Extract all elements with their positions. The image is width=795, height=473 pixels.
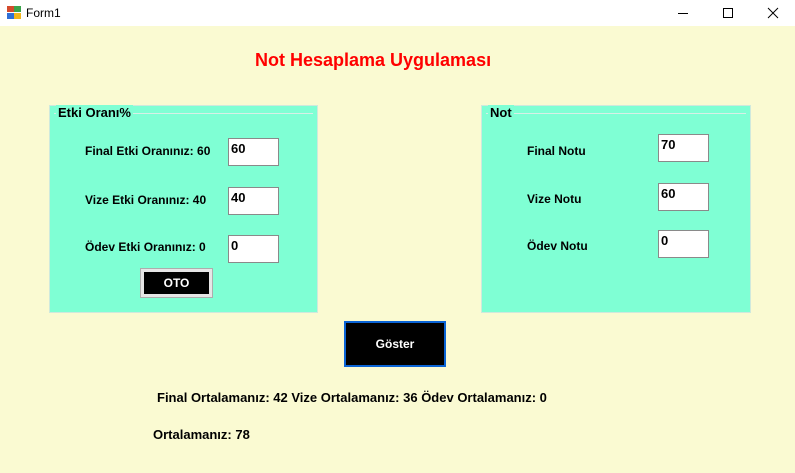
minimize-icon (677, 13, 688, 14)
oto-button-label: OTO (144, 272, 209, 294)
etki-orani-group: Etki Oranı% Final Etki Oranınız: 60 60 V… (49, 105, 318, 313)
final-etki-input[interactable]: 60 (228, 138, 279, 166)
etki-orani-group-title: Etki Oranı% (56, 105, 133, 120)
odev-notu-label: Ödev Notu (527, 239, 588, 253)
final-notu-label: Final Notu (527, 144, 586, 158)
goster-button[interactable]: Göster (344, 321, 446, 367)
maximize-icon (722, 8, 733, 18)
overall-average-label: Ortalamanız: 78 (153, 427, 250, 442)
odev-etki-label: Ödev Etki Oranınız: 0 (85, 240, 206, 254)
vize-etki-input[interactable]: 40 (228, 187, 279, 215)
averages-result-label: Final Ortalamanız: 42 Vize Ortalamanız: … (157, 390, 547, 405)
close-button[interactable] (750, 0, 795, 26)
oto-button[interactable]: OTO (140, 268, 213, 298)
vize-notu-input[interactable]: 60 (658, 183, 709, 211)
final-etki-label: Final Etki Oranınız: 60 (85, 144, 211, 158)
page-heading: Not Hesaplama Uygulaması (255, 50, 492, 70)
not-group: Not Final Notu 70 Vize Notu 60 Ödev Notu… (481, 105, 751, 313)
close-icon (767, 7, 778, 19)
odev-notu-input[interactable]: 0 (658, 230, 709, 258)
not-group-title: Not (488, 105, 514, 120)
odev-etki-input[interactable]: 0 (228, 235, 279, 263)
form-client-area: Not Hesaplama Uygulaması Etki Oranı% Fin… (0, 26, 795, 473)
maximize-button[interactable] (705, 0, 750, 26)
window-title: Form1 (26, 6, 61, 20)
window-title-bar[interactable]: Form1 (0, 0, 795, 26)
vize-etki-label: Vize Etki Oranınız: 40 (85, 193, 207, 207)
app-icon (7, 6, 21, 19)
vize-notu-label: Vize Notu (527, 192, 582, 206)
final-notu-input[interactable]: 70 (658, 134, 709, 162)
minimize-button[interactable] (660, 0, 705, 26)
